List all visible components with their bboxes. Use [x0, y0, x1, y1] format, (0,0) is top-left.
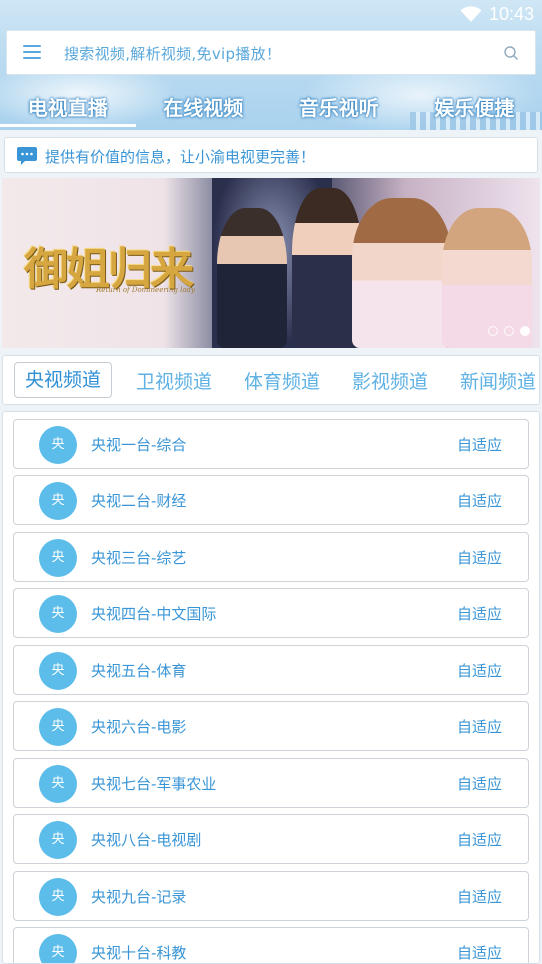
- channel-name: 央视二台-财经: [91, 492, 187, 510]
- tab-sports[interactable]: 体育频道: [228, 367, 336, 394]
- channel-name: 央视五台-体育: [91, 662, 187, 680]
- channel-avatar: 央: [39, 878, 77, 916]
- category-tabs: 电视直播 在线视频 音乐视听 娱乐便捷: [0, 82, 542, 130]
- channel-row[interactable]: 央 央视七台-军事农业 自适应: [13, 758, 529, 808]
- channel-quality: 自适应: [456, 831, 502, 849]
- channel-name: 央视八台-电视剧: [91, 831, 202, 849]
- search-input[interactable]: 搜索视频,解析视频,免vip播放！: [64, 43, 281, 64]
- banner-dot[interactable]: [488, 326, 498, 336]
- tab-music[interactable]: 音乐视听: [271, 82, 407, 130]
- banner-pagination: [488, 326, 530, 336]
- channel-row[interactable]: 央 央视六台-电影 自适应: [13, 701, 529, 751]
- search-bar[interactable]: 搜索视频,解析视频,免vip播放！: [6, 30, 536, 75]
- channel-name: 央视七台-军事农业: [91, 775, 217, 793]
- tab-movies[interactable]: 影视频道: [336, 367, 444, 394]
- channel-row[interactable]: 央 央视二台-财经 自适应: [13, 475, 529, 525]
- status-time: 10:43: [488, 4, 534, 24]
- channel-row[interactable]: 央 央视八台-电视剧 自适应: [13, 814, 529, 864]
- status-bar: 10:43: [0, 0, 542, 28]
- channel-avatar: 央: [39, 482, 77, 520]
- channel-avatar: 央: [39, 821, 77, 859]
- channel-row[interactable]: 央 央视一台-综合 自适应: [13, 419, 529, 469]
- channel-avatar: 央: [39, 934, 77, 963]
- channel-name: 央视三台-综艺: [91, 549, 187, 567]
- channel-avatar: 央: [39, 708, 77, 746]
- channel-quality: 自适应: [456, 605, 502, 623]
- tab-online-video[interactable]: 在线视频: [136, 82, 272, 130]
- tab-news[interactable]: 新闻频道: [444, 367, 539, 394]
- notice-text: 提供有价值的信息，让小渝电视更完善！: [45, 148, 316, 166]
- channel-quality: 自适应: [456, 718, 502, 736]
- channel-quality: 自适应: [456, 662, 502, 680]
- channel-quality: 自适应: [456, 888, 502, 906]
- channel-quality: 自适应: [456, 944, 502, 962]
- channel-row[interactable]: 央 央视四台-中文国际 自适应: [13, 588, 529, 638]
- channel-name: 央视四台-中文国际: [91, 605, 217, 623]
- banner-image-person: [352, 198, 452, 348]
- channel-row[interactable]: 央 央视九台-记录 自适应: [13, 871, 529, 921]
- channel-name: 央视六台-电影: [91, 718, 187, 736]
- notice-banner[interactable]: 提供有价值的信息，让小渝电视更完善！: [4, 137, 538, 173]
- channel-row[interactable]: 央 央视五台-体育 自适应: [13, 645, 529, 695]
- banner-image-person: [217, 208, 287, 348]
- channel-row[interactable]: 央 央视三台-综艺 自适应: [13, 532, 529, 582]
- wifi-icon: [460, 6, 482, 22]
- tab-cctv[interactable]: 央视频道: [14, 362, 112, 398]
- search-icon[interactable]: [503, 45, 519, 61]
- channel-quality: 自适应: [456, 492, 502, 510]
- channel-avatar: 央: [39, 595, 77, 633]
- banner-dot[interactable]: [504, 326, 514, 336]
- channel-list: 央 央视一台-综合 自适应 央 央视二台-财经 自适应 央 央视三台-综艺 自适…: [2, 411, 540, 964]
- channel-quality: 自适应: [456, 775, 502, 793]
- menu-icon[interactable]: [23, 45, 41, 61]
- banner-dot-active[interactable]: [520, 326, 530, 336]
- tab-tv-live[interactable]: 电视直播: [0, 82, 136, 130]
- channel-name: 央视九台-记录: [91, 888, 187, 906]
- promo-banner[interactable]: 御姐归来 Return of Domineering lady: [2, 178, 540, 348]
- channel-quality: 自适应: [456, 436, 502, 454]
- tab-satellite[interactable]: 卫视频道: [120, 367, 228, 394]
- channel-tabs: 央视频道 卫视频道 体育频道 影视频道 新闻频道: [2, 355, 540, 405]
- banner-subtitle: Return of Domineering lady: [96, 286, 195, 294]
- channel-avatar: 央: [39, 539, 77, 577]
- channel-row[interactable]: 央 央视十台-科教 自适应: [13, 927, 529, 963]
- channel-avatar: 央: [39, 426, 77, 464]
- chat-icon: [17, 147, 37, 165]
- channel-avatar: 央: [39, 765, 77, 803]
- channel-name: 央视十台-科教: [91, 944, 187, 962]
- tab-entertainment[interactable]: 娱乐便捷: [407, 82, 542, 130]
- channel-quality: 自适应: [456, 549, 502, 567]
- channel-avatar: 央: [39, 652, 77, 690]
- channel-name: 央视一台-综合: [91, 436, 187, 454]
